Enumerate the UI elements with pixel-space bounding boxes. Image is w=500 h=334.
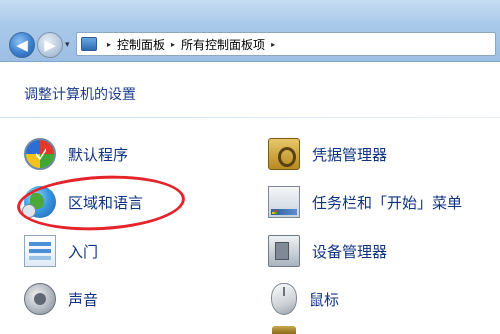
item-label: 默认程序	[68, 145, 129, 164]
divider	[0, 117, 500, 118]
page-title: 调整计算机的设置	[24, 87, 136, 103]
item-label: 区域和语言	[68, 193, 144, 212]
item-label: 设备管理器	[312, 242, 388, 261]
item-label: 声音	[68, 290, 99, 309]
item-getting-started[interactable]: 入门	[24, 233, 98, 269]
item-credential-manager[interactable]: 凭据管理器	[268, 136, 387, 172]
item-default-programs[interactable]: 默认程序	[24, 136, 128, 172]
forward-button[interactable]: ▶	[37, 32, 63, 58]
item-label: 鼠标	[309, 290, 340, 309]
item-taskbar-start-menu[interactable]: 任务栏和「开始」菜单	[268, 184, 462, 220]
breadcrumb-control-panel[interactable]: 控制面板	[117, 36, 165, 53]
device-manager-icon	[268, 235, 300, 267]
recent-pages-dropdown-icon[interactable]: ▾	[65, 40, 70, 50]
breadcrumb-all-items[interactable]: 所有控制面板项	[181, 36, 265, 53]
item-label: 任务栏和「开始」菜单	[312, 193, 463, 212]
taskbar-icon	[268, 186, 300, 218]
back-arrow-icon: ◀	[16, 35, 28, 54]
vault-icon	[268, 138, 300, 170]
globe-clock-icon	[22, 186, 56, 218]
address-bar[interactable]: ▸ 控制面板 ▸ 所有控制面板项 ▸	[76, 32, 496, 56]
getting-started-icon	[24, 235, 56, 267]
default-programs-icon	[24, 138, 56, 170]
forward-arrow-icon: ▶	[44, 35, 56, 54]
item-region-language[interactable]: 区域和语言	[22, 184, 144, 220]
breadcrumb-separator[interactable]: ▸	[171, 40, 175, 49]
breadcrumb-separator[interactable]: ▸	[107, 40, 111, 49]
item-device-manager[interactable]: 设备管理器	[268, 233, 387, 269]
mouse-icon	[271, 283, 297, 315]
item-sound[interactable]: 声音	[24, 281, 98, 317]
back-button[interactable]: ◀	[9, 32, 35, 58]
item-mouse[interactable]: 鼠标	[268, 281, 339, 317]
breadcrumb-separator[interactable]: ▸	[271, 40, 275, 49]
speaker-icon	[24, 283, 56, 315]
control-panel-icon	[81, 37, 97, 51]
partial-item-icon	[272, 326, 296, 334]
item-label: 入门	[68, 242, 99, 261]
item-label: 凭据管理器	[312, 145, 388, 164]
window-toolbar: ◀ ▶ ▾ ▸ 控制面板 ▸ 所有控制面板项 ▸	[0, 0, 500, 62]
